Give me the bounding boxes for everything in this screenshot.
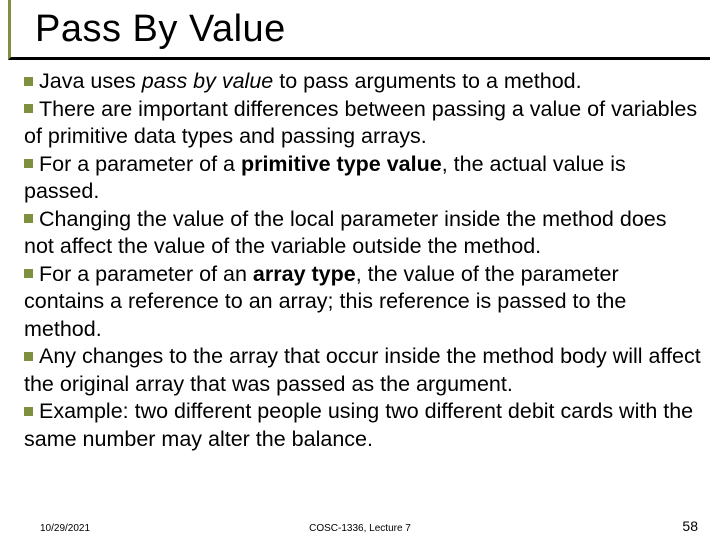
bullet-icon <box>24 77 33 86</box>
bullet-icon <box>24 352 33 361</box>
bullet-icon <box>24 407 33 416</box>
page-number: 58 <box>682 518 698 534</box>
slide: Pass By Value Java uses pass by value to… <box>0 0 720 540</box>
bullet-text: Example: two different people using two … <box>24 399 693 451</box>
bullet-text: For a parameter of a primitive type valu… <box>24 152 626 204</box>
slide-body: Java uses pass by value to pass argument… <box>0 68 720 453</box>
slide-title: Pass By Value <box>35 8 710 51</box>
title-bar: Pass By Value <box>8 0 710 60</box>
bullet-icon <box>24 214 33 223</box>
bullet-text: Any changes to the array that occur insi… <box>24 344 701 396</box>
footer-center: COSC-1336, Lecture 7 <box>0 523 720 534</box>
bullet-text: For a parameter of an array type, the va… <box>24 262 626 341</box>
bullet-icon <box>24 269 33 278</box>
bullet-text: Java uses pass by value to pass argument… <box>39 69 582 93</box>
bullet-icon <box>24 159 33 168</box>
bullet-text: There are important differences between … <box>24 97 697 149</box>
bullet-text: Changing the value of the local paramete… <box>24 207 667 259</box>
bullet-icon <box>24 104 33 113</box>
